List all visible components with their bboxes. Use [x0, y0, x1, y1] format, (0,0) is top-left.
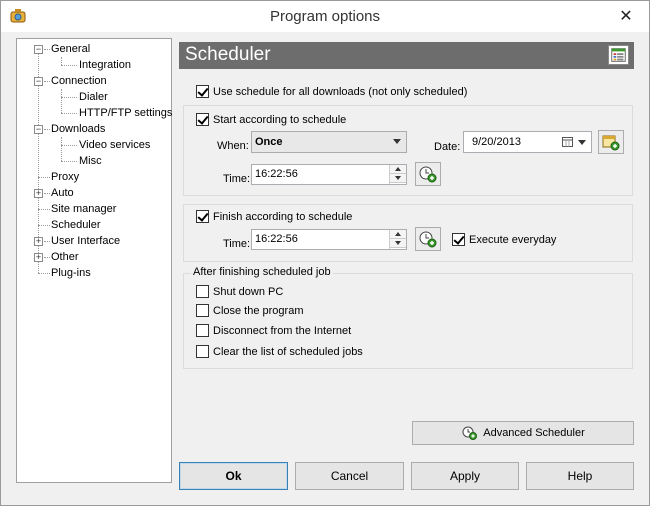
tree-item-scheduler[interactable]: Scheduler	[51, 218, 101, 233]
when-label: When:	[217, 140, 249, 152]
calendar-add-button[interactable]	[598, 130, 624, 154]
when-select[interactable]: Once	[251, 131, 407, 153]
clock-add-icon	[462, 426, 478, 440]
date-label: Date:	[434, 141, 461, 153]
tree-item-dialer[interactable]: Dialer	[79, 90, 108, 105]
tree-item-misc[interactable]: Misc	[79, 154, 102, 169]
tree-item-integration[interactable]: Integration	[79, 58, 131, 73]
options-tree[interactable]: − General Integration − Connection Diale…	[16, 38, 172, 483]
collapse-icon[interactable]: −	[34, 125, 43, 134]
tree-item-video-services[interactable]: Video services	[79, 138, 150, 153]
tree-item-general[interactable]: General	[51, 42, 90, 57]
title-bar: Program options ✕	[1, 1, 649, 32]
tree-item-user-interface[interactable]: User Interface	[51, 234, 120, 249]
start-time-now-button[interactable]	[415, 162, 441, 186]
clear-scheduled-jobs-checkbox[interactable]: Clear the list of scheduled jobs	[196, 344, 363, 359]
start-time-field[interactable]: 16:22:56	[251, 164, 407, 185]
tree-line	[61, 137, 62, 161]
calendar-add-icon	[602, 135, 620, 151]
tree-line	[61, 57, 62, 65]
collapse-icon[interactable]: −	[34, 45, 43, 54]
chevron-down-icon	[393, 139, 401, 144]
cancel-button[interactable]: Cancel	[295, 462, 404, 490]
expand-icon[interactable]: +	[34, 237, 43, 246]
disconnect-internet-checkbox[interactable]: Disconnect from the Internet	[196, 323, 351, 338]
tree-line	[61, 89, 62, 113]
calendar-list-icon	[608, 45, 629, 65]
tree-item-http-ftp-settings[interactable]: HTTP/FTP settings	[79, 106, 172, 121]
checkbox-box[interactable]	[196, 210, 209, 223]
clock-add-icon	[419, 166, 437, 183]
scheduler-header: Scheduler	[179, 42, 634, 69]
expand-icon[interactable]: +	[34, 253, 43, 262]
finish-time-now-button[interactable]	[415, 227, 441, 251]
program-options-window: Program options ✕ − General Integration …	[0, 0, 650, 506]
finish-schedule-checkbox[interactable]: Finish according to schedule	[196, 209, 352, 224]
chevron-down-icon[interactable]	[578, 140, 586, 145]
tree-item-other[interactable]: Other	[51, 250, 79, 265]
finish-time-field[interactable]: 16:22:56	[251, 229, 407, 250]
tree-item-proxy[interactable]: Proxy	[51, 170, 79, 185]
collapse-icon[interactable]: −	[34, 77, 43, 86]
time-spinner[interactable]	[389, 165, 406, 184]
checkbox-box[interactable]	[196, 85, 209, 98]
apply-button[interactable]: Apply	[411, 462, 519, 490]
ok-button[interactable]: Ok	[179, 462, 288, 490]
calendar-icon[interactable]	[562, 136, 573, 147]
advanced-scheduler-button[interactable]: Advanced Scheduler	[412, 421, 634, 445]
tree-item-downloads[interactable]: Downloads	[51, 122, 105, 137]
tree-item-auto[interactable]: Auto	[51, 186, 74, 201]
close-icon: ✕	[619, 8, 633, 25]
page-title: Scheduler	[185, 44, 271, 65]
spin-down-icon	[390, 174, 406, 183]
finish-time-label: Time:	[223, 238, 251, 250]
clock-add-icon	[419, 231, 437, 248]
checkbox-box[interactable]	[196, 113, 209, 126]
after-finishing-title: After finishing scheduled job	[191, 266, 333, 278]
time-spinner[interactable]	[389, 230, 406, 249]
execute-everyday-checkbox[interactable]: Execute everyday	[452, 232, 556, 247]
start-time-label: Time:	[223, 173, 251, 185]
close-program-checkbox[interactable]: Close the program	[196, 303, 304, 318]
tree-item-plug-ins[interactable]: Plug-ins	[51, 266, 91, 281]
checkbox-box[interactable]	[452, 233, 465, 246]
close-button[interactable]: ✕	[603, 1, 649, 31]
expand-icon[interactable]: +	[34, 189, 43, 198]
spin-up-icon	[390, 230, 406, 239]
date-field[interactable]: 9/20/2013	[463, 131, 592, 153]
shut-down-pc-checkbox[interactable]: Shut down PC	[196, 284, 283, 299]
start-schedule-checkbox[interactable]: Start according to schedule	[196, 112, 346, 127]
use-schedule-all-checkbox[interactable]: Use schedule for all downloads (not only…	[196, 84, 467, 99]
help-button[interactable]: Help	[526, 462, 634, 490]
window-title: Program options	[269, 8, 381, 25]
checkbox-box[interactable]	[196, 304, 209, 317]
checkbox-box[interactable]	[196, 324, 209, 337]
tree-item-connection[interactable]: Connection	[51, 74, 107, 89]
checkbox-box[interactable]	[196, 285, 209, 298]
checkbox-box[interactable]	[196, 345, 209, 358]
spin-down-icon	[390, 239, 406, 248]
spin-up-icon	[390, 165, 406, 174]
tree-item-site-manager[interactable]: Site manager	[51, 202, 116, 217]
